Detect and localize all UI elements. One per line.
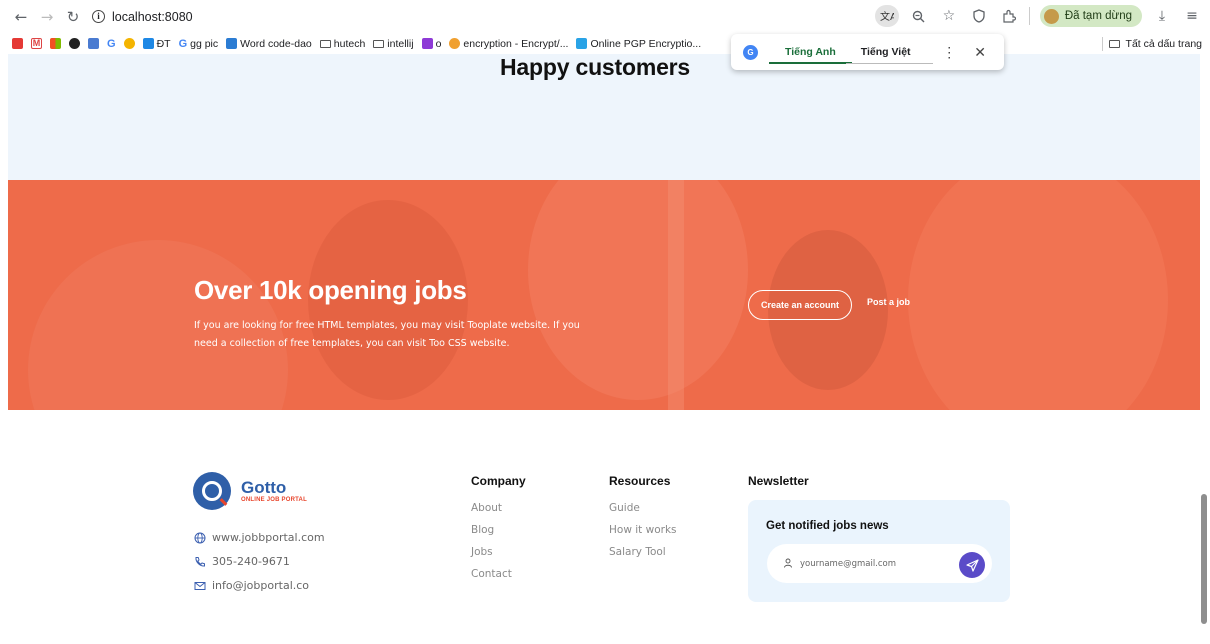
phone-text: 305-240-9671 — [212, 555, 290, 568]
magnifier-icon — [202, 481, 222, 501]
resources-heading: Resources — [609, 474, 671, 488]
phone-icon — [195, 556, 205, 567]
browser-toolbar: ← → ↻ i localhost:8080 文A ☆ Đã tạm dừng … — [0, 0, 1210, 33]
word-icon — [226, 38, 238, 49]
folder-icon — [1108, 39, 1120, 48]
brand-text: Gotto ONLINE JOB PORTAL — [241, 478, 307, 504]
menu-icon[interactable]: ≡ — [1182, 5, 1202, 27]
folder-icon — [373, 39, 385, 48]
bookmark-item[interactable]: o — [421, 38, 441, 50]
bookmark-favicon[interactable] — [123, 38, 135, 49]
email-text: info@jobportal.co — [212, 579, 310, 592]
more-options-icon[interactable]: ⋮ — [942, 44, 956, 61]
brand-tagline: ONLINE JOB PORTAL — [241, 497, 307, 503]
website-text: www.jobbportal.com — [212, 531, 325, 544]
post-job-link[interactable]: Post a job — [867, 297, 910, 307]
all-bookmarks[interactable]: Tất cả dấu trang — [1093, 33, 1202, 54]
google-translate-icon: G — [743, 44, 758, 60]
footer-link-salary-tool[interactable]: Salary Tool — [609, 546, 666, 558]
bookmark-item[interactable]: ĐT — [142, 38, 171, 50]
microsoft-icon[interactable] — [50, 38, 61, 49]
create-account-button[interactable]: Create an account — [748, 290, 852, 320]
zoom-icon[interactable] — [909, 5, 929, 27]
bookmark-item[interactable]: G gg pic — [179, 38, 219, 50]
svg-text:文A: 文A — [880, 10, 894, 23]
footer-link-contact[interactable]: Contact — [471, 568, 512, 580]
translate-icon[interactable]: 文A — [874, 5, 899, 27]
profile-button[interactable]: Đã tạm dừng — [1039, 5, 1142, 27]
contact-website[interactable]: www.jobbportal.com — [194, 531, 325, 544]
download-icon[interactable]: ⤓ — [1152, 5, 1172, 27]
bookmark-star-icon[interactable]: ☆ — [939, 5, 959, 27]
hero-title: Over 10k opening jobs — [194, 275, 467, 305]
toolbar-actions: 文A ☆ Đã tạm dừng ⤓ ≡ — [874, 5, 1202, 27]
company-heading: Company — [471, 474, 526, 488]
user-icon — [784, 558, 792, 568]
bookmark-favicon — [576, 38, 588, 49]
newsletter-box: Get notified jobs news — [748, 500, 1010, 602]
translate-lang-source[interactable]: Tiếng Anh — [769, 34, 852, 70]
address-bar[interactable]: i localhost:8080 — [92, 10, 193, 24]
globe-icon — [194, 532, 206, 543]
footer-link-blog[interactable]: Blog — [471, 524, 494, 536]
bookmarks-bar: M G ĐT G gg pic Word code-dao hutech int… — [0, 33, 1210, 54]
bookmarks-separator — [1101, 36, 1103, 51]
back-icon[interactable]: ← — [8, 4, 34, 30]
footer-link-guide[interactable]: Guide — [609, 502, 640, 514]
translate-bookmark-icon[interactable] — [88, 38, 99, 49]
footer-brand[interactable]: Gotto ONLINE JOB PORTAL — [193, 472, 307, 510]
gmail-icon[interactable]: M — [31, 38, 42, 49]
folder-icon — [319, 39, 331, 48]
background-window — [668, 180, 684, 410]
background-figure — [908, 180, 1168, 410]
testimonials-title: Happy customers — [500, 54, 691, 80]
google-icon: G — [178, 37, 188, 50]
brand-logo-icon — [193, 472, 231, 510]
page-scrollbar[interactable] — [1201, 494, 1207, 624]
footer-link-how-it-works[interactable]: How it works — [609, 524, 677, 536]
newsletter-title: Get notified jobs news — [766, 520, 889, 532]
profile-label: Đã tạm dừng — [1064, 10, 1132, 22]
newsletter-send-button[interactable] — [959, 552, 985, 578]
translate-popup: G Tiếng Anh Tiếng Việt ⋮ ✕ — [731, 34, 1004, 70]
shield-icon[interactable] — [969, 5, 989, 27]
bookmark-favicon — [142, 38, 154, 49]
toolbar-separator — [1028, 7, 1030, 25]
bookmark-folder[interactable]: intellij — [373, 38, 414, 50]
bookmark-favicon — [421, 38, 433, 49]
extensions-icon[interactable] — [999, 5, 1019, 27]
bookmark-item[interactable]: encryption - Encrypt/... — [449, 38, 568, 50]
google-icon[interactable]: G — [107, 38, 116, 50]
avatar — [1043, 8, 1059, 24]
hero-description: If you are looking for free HTML templat… — [194, 320, 580, 349]
chatgpt-icon[interactable] — [69, 38, 80, 49]
forward-icon[interactable]: → — [34, 4, 60, 30]
bookmark-folder[interactable]: hutech — [319, 38, 365, 50]
reload-icon[interactable]: ↻ — [60, 4, 86, 30]
youtube-icon[interactable] — [12, 38, 23, 49]
contact-phone[interactable]: 305-240-9671 — [194, 555, 290, 568]
footer-link-jobs[interactable]: Jobs — [471, 546, 493, 558]
site-info-icon[interactable]: i — [92, 10, 105, 23]
bookmark-favicon — [449, 38, 461, 49]
address-url: localhost:8080 — [112, 9, 193, 24]
bookmark-item[interactable]: Word code-dao — [226, 38, 312, 50]
background-figure — [528, 180, 748, 400]
brand-name: Gotto — [241, 478, 287, 497]
send-icon — [965, 558, 979, 572]
all-bookmarks-label: Tất cả dấu trang — [1125, 37, 1202, 50]
close-icon[interactable]: ✕ — [974, 44, 986, 61]
mail-icon — [194, 581, 206, 590]
jobs-cta-section: Over 10k opening jobs If you are looking… — [8, 180, 1200, 410]
newsletter-heading: Newsletter — [748, 474, 809, 488]
contact-email[interactable]: info@jobportal.co — [194, 579, 309, 592]
bookmark-item[interactable]: Online PGP Encryptio... — [576, 38, 701, 50]
translate-actions: ⋮ ✕ — [942, 34, 986, 70]
footer-link-about[interactable]: About — [471, 502, 502, 514]
translate-lang-target[interactable]: Tiếng Việt — [845, 34, 933, 70]
